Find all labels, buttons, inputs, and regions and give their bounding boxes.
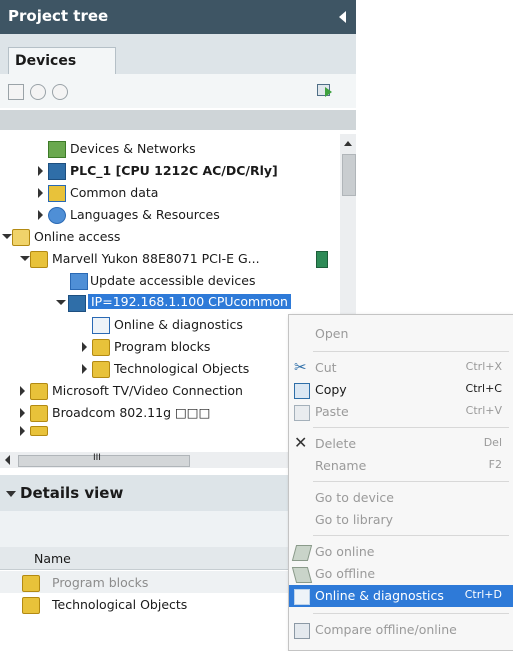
menu-item-delete[interactable]: ✕ Delete Del <box>289 433 513 455</box>
scroll-left-icon[interactable] <box>5 455 10 465</box>
project-tree-title-bar: Project tree <box>0 0 356 34</box>
tree-item-online-access[interactable]: Online access <box>0 226 340 248</box>
project-tree-title: Project tree <box>8 7 109 25</box>
scroll-up-icon[interactable] <box>344 141 352 146</box>
menu-separator <box>313 613 509 614</box>
menu-item-paste[interactable]: Paste Ctrl+V <box>289 401 513 423</box>
collapse-panel-icon[interactable] <box>339 11 346 23</box>
menu-separator <box>313 481 509 482</box>
menu-separator <box>313 535 509 536</box>
menu-item-open[interactable]: Open <box>289 323 513 345</box>
program-blocks-icon <box>22 575 40 592</box>
adapter-icon <box>30 383 48 400</box>
menu-item-copy[interactable]: Copy Ctrl+C <box>289 379 513 401</box>
tree-item-plc[interactable]: PLC_1 [CPU 1212C AC/DC/Rly] <box>0 160 340 182</box>
horizontal-scroll-thumb[interactable]: III <box>18 453 190 467</box>
tree-item-devices-networks[interactable]: Devices & Networks <box>0 138 340 160</box>
tree-item-adapter[interactable]: Marvell Yukon 88E8071 PCI-E G... <box>0 248 340 270</box>
delete-icon: ✕ <box>294 433 308 452</box>
adapter-icon <box>30 251 48 268</box>
tree-item-languages[interactable]: Languages & Resources <box>0 204 340 226</box>
tech-objects-icon <box>92 361 110 378</box>
collapse-icon[interactable] <box>56 300 66 305</box>
plc-icon <box>68 295 86 312</box>
compare-icon <box>294 623 310 639</box>
common-data-icon <box>48 185 66 202</box>
details-view-title: Details view <box>20 484 124 502</box>
expand-icon[interactable] <box>20 408 25 418</box>
diagnostics-icon <box>92 317 110 334</box>
collapse-details-icon[interactable] <box>6 491 16 497</box>
update-devices-icon <box>70 273 88 290</box>
adapter-icon <box>30 405 48 422</box>
tab-devices[interactable]: Devices <box>8 47 116 76</box>
menu-item-go-to-library[interactable]: Go to library <box>289 509 513 531</box>
collapse-icon[interactable] <box>2 234 12 239</box>
collapse-icon[interactable] <box>20 256 30 261</box>
program-blocks-icon <box>92 339 110 356</box>
expand-icon[interactable] <box>82 342 87 352</box>
tech-objects-icon <box>22 597 40 614</box>
diagnostics-icon <box>294 589 310 605</box>
menu-item-compare[interactable]: Compare offline/online <box>289 619 513 641</box>
column-name: Name <box>34 551 71 566</box>
tree-item-common-data[interactable]: Common data <box>0 182 340 204</box>
expand-icon[interactable] <box>82 364 87 374</box>
menu-item-go-to-device[interactable]: Go to device <box>289 487 513 509</box>
menu-separator <box>313 427 509 428</box>
menu-item-online-diagnostics[interactable]: Online & diagnostics Ctrl+D <box>289 585 513 607</box>
tab-devices-label: Devices <box>15 53 77 69</box>
expand-icon[interactable] <box>38 188 43 198</box>
menu-item-rename[interactable]: Rename F2 <box>289 455 513 477</box>
export-icon[interactable] <box>317 82 333 97</box>
tree-filter-bar <box>0 110 356 130</box>
plc-icon <box>48 163 66 180</box>
go-offline-icon <box>291 567 313 583</box>
online-access-icon <box>12 229 30 246</box>
expand-icon[interactable] <box>38 210 43 220</box>
cut-icon: ✂ <box>294 358 307 376</box>
expand-icon[interactable] <box>20 386 25 396</box>
go-online-icon <box>291 545 313 561</box>
menu-item-go-offline[interactable]: Go offline <box>289 563 513 585</box>
context-menu: Open ✂ Cut Ctrl+X Copy Ctrl+C Paste Ctrl… <box>288 314 513 651</box>
back-icon[interactable] <box>30 84 46 100</box>
copy-icon <box>294 383 310 399</box>
menu-item-cut[interactable]: ✂ Cut Ctrl+X <box>289 357 513 379</box>
connection-status-icon <box>316 251 328 268</box>
menu-item-go-online[interactable]: Go online <box>289 541 513 563</box>
paste-icon <box>294 405 310 421</box>
tree-item-ip-node[interactable]: IP=192.168.1.100 CPUcommon <box>0 292 340 314</box>
expand-icon[interactable] <box>38 166 43 176</box>
forward-icon[interactable] <box>52 84 68 100</box>
new-document-icon[interactable] <box>8 84 24 100</box>
globe-icon <box>48 207 66 224</box>
network-icon <box>48 141 66 158</box>
vertical-scroll-thumb[interactable] <box>342 154 356 196</box>
menu-separator <box>313 351 509 352</box>
tree-item-update-devices[interactable]: Update accessible devices <box>0 270 340 292</box>
